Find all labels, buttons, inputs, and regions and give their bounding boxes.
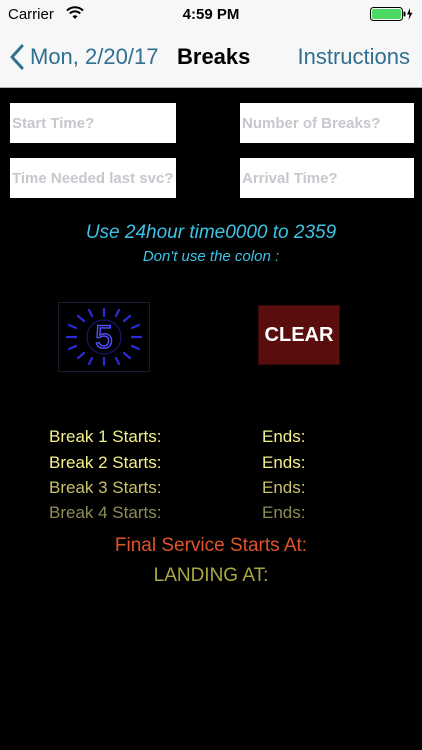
break-4-end-label: Ends:: [262, 503, 306, 522]
break-2-end-label: Ends:: [262, 453, 306, 472]
instructions-main-text: Use 24hour time0000 to 2359: [85, 222, 337, 243]
page-title: Breaks: [177, 44, 251, 69]
break-4-start-label: Break 4 Starts:: [49, 503, 162, 522]
calculate-button[interactable]: 5: [58, 302, 150, 372]
status-bar: Carrier 4:59 PM: [0, 0, 422, 28]
instructions-sub-text: Don't use the colon :: [142, 248, 280, 265]
navigation-bar: Mon, 2/20/17 Breaks Instructions: [0, 28, 422, 88]
sunburst-digit-icon: 5: [65, 307, 143, 367]
break-1-start-label: Break 1 Starts:: [49, 427, 162, 446]
clock-time: 4:59 PM: [182, 6, 240, 23]
arrival-time-input[interactable]: [240, 158, 414, 198]
clear-button[interactable]: CLEAR: [258, 305, 340, 365]
back-button[interactable]: Mon, 2/20/17: [10, 42, 158, 72]
calc-digit: 5: [95, 319, 113, 355]
chevron-left-icon: [10, 44, 24, 70]
instructions-button[interactable]: Instructions: [298, 44, 411, 70]
top-area: Carrier 4:59 PM Mon, 2/20/17 Breaks Inst…: [0, 0, 422, 88]
landing-label: LANDING AT:: [153, 565, 269, 586]
battery-icon: [370, 7, 413, 21]
final-service-label: Final Service Starts At:: [114, 535, 308, 556]
time-needed-input[interactable]: [10, 158, 176, 198]
start-time-input[interactable]: [10, 103, 176, 143]
back-button-label: Mon, 2/20/17: [30, 44, 159, 69]
number-of-breaks-input[interactable]: [240, 103, 414, 143]
break-2-start-label: Break 2 Starts:: [49, 453, 162, 472]
break-3-start-label: Break 3 Starts:: [49, 478, 162, 497]
break-3-end-label: Ends:: [262, 478, 306, 497]
break-1-end-label: Ends:: [262, 427, 306, 446]
